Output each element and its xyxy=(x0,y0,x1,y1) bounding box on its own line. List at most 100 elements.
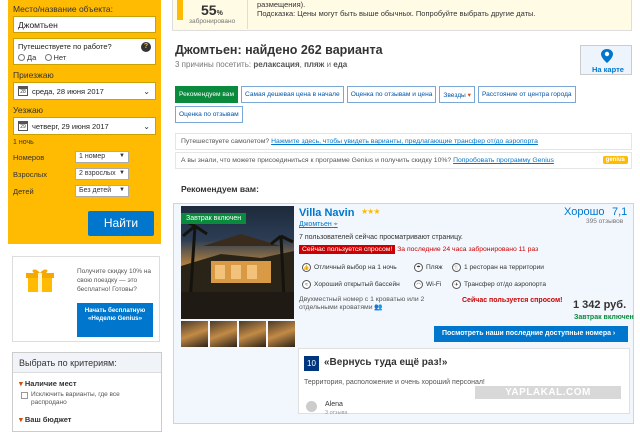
genius-note-link[interactable]: Попробовать программу Genius xyxy=(453,157,554,164)
genius-badge: genius xyxy=(602,156,628,164)
destination-input[interactable]: Джомтьен xyxy=(13,16,156,33)
hotel-city: Джомтьен xyxy=(299,221,332,228)
hotel-city-link[interactable]: Джомтьен ⌖ xyxy=(299,221,338,229)
feature-item: ☂ Пляж xyxy=(414,263,443,272)
feature-label: Wi-Fi xyxy=(426,281,442,288)
tab-score-price[interactable]: Оценка по отзывам и цена xyxy=(346,86,437,103)
pool-icon: ≈ xyxy=(302,280,311,289)
avatar xyxy=(306,401,317,412)
work-yes-radio[interactable] xyxy=(18,54,25,62)
watermark: YAPLAKAL.COM xyxy=(475,386,621,399)
map-button[interactable]: На карте xyxy=(580,45,632,75)
thumbs-up-icon: 👍 xyxy=(302,263,311,272)
hotel-name[interactable]: Villa Navin xyxy=(299,207,354,219)
checkout-date-value: четверг, 29 июня 2017 xyxy=(32,122,109,131)
tab-cheapest[interactable]: Самая дешевая цена в начале xyxy=(240,86,344,103)
photo-thumbnail[interactable] xyxy=(268,321,295,347)
rooms-label: Номеров xyxy=(13,152,45,162)
dropdown-arrow-icon: ▼ xyxy=(119,153,125,159)
feature-label: Хороший открытый бассейн xyxy=(314,281,400,288)
hotel-stars: ★★★ xyxy=(361,207,380,216)
view-rooms-button[interactable]: Посмотреть наши последние доступные номе… xyxy=(434,326,628,342)
genius-note-prefix: А вы знали, что можете присоединиться к … xyxy=(181,157,452,164)
adults-value: 2 взрослых xyxy=(79,170,116,177)
caret-down-icon: ▾ xyxy=(467,92,471,99)
demand-text: За последние 24 часа забронировано 11 ра… xyxy=(397,246,539,253)
reason-2: пляж xyxy=(304,60,325,69)
feature-item: ◠ Wi-Fi xyxy=(414,280,441,289)
map-pin-icon xyxy=(601,49,613,63)
work-trip-question: Путешествуете по работе? ? Да Нет xyxy=(13,38,156,65)
filter-group-availability: Наличие мест xyxy=(24,379,77,388)
children-select[interactable]: Без детей ▼ xyxy=(75,185,129,197)
nights-count: 1 ночь xyxy=(13,139,34,146)
reasons-line: 3 причины посетить: релаксация, пляж и е… xyxy=(175,60,348,69)
breakfast-included-text: Завтрак включен xyxy=(574,314,634,321)
review-score: 10 xyxy=(304,356,319,371)
map-pin-icon: ⌖ xyxy=(333,221,338,228)
calendar-icon: 28 xyxy=(18,86,28,96)
tab-recommended[interactable]: Рекомендуем вам xyxy=(175,86,238,103)
search-button[interactable]: Найти xyxy=(88,211,154,236)
plane-icon: ✈ xyxy=(452,280,461,289)
photo-thumbnail[interactable] xyxy=(210,321,237,347)
score-word: Хорошо xyxy=(564,206,605,218)
checkin-date-value: среда, 28 июня 2017 xyxy=(32,87,104,96)
filter-title: Выбрать по критериям: xyxy=(13,353,161,373)
feature-label: 1 ресторан на территории xyxy=(464,264,544,271)
filter-panel: Выбрать по критериям: ▾ Наличие мест Иск… xyxy=(12,352,162,432)
score-value: 7,1 xyxy=(612,206,628,218)
reviews-count[interactable]: 395 отзывов xyxy=(586,218,623,225)
dropdown-arrow-icon: ▼ xyxy=(119,170,125,176)
booking-stat-strip: 55% забронировано размещения). Подсказка… xyxy=(172,0,632,31)
filter-group-budget: Ваш бюджет xyxy=(24,415,72,424)
tab-distance[interactable]: Расстояние от центра города xyxy=(477,86,576,103)
demand-badge: Сейчас пользуется спросом! xyxy=(299,245,396,254)
adults-select[interactable]: 2 взрослых ▼ xyxy=(75,168,129,180)
feature-item: 👍 Отличный выбор на 1 ночь xyxy=(302,263,397,272)
airport-note-link[interactable]: Нажмите здесь, чтобы увидеть варианты, п… xyxy=(271,138,538,145)
photo-thumbnail[interactable] xyxy=(181,321,208,347)
price: 1 342 руб. xyxy=(573,299,627,311)
page-title: Джомтьен: найдено 262 варианта xyxy=(175,43,383,57)
chevron-down-icon: ⌄ xyxy=(143,122,150,131)
work-no-radio[interactable] xyxy=(44,54,52,62)
photo-thumbnail[interactable] xyxy=(239,321,266,347)
wifi-icon: ◠ xyxy=(414,280,423,289)
work-no-label: Нет xyxy=(53,53,67,63)
dropdown-arrow-icon: ▼ xyxy=(119,187,125,193)
demand-again-text: Сейчас пользуется спросом! xyxy=(462,297,563,304)
feature-item: 🍴 1 ресторан на территории xyxy=(452,263,544,272)
recommended-heading: Рекомендуем вам: xyxy=(181,184,259,194)
tab-score[interactable]: Оценка по отзывам xyxy=(175,106,243,123)
guests-icon: 👥 xyxy=(374,304,383,311)
tab-stars[interactable]: Звезды ▾ xyxy=(439,86,475,103)
reasons-prefix: 3 причины посетить: xyxy=(175,60,252,69)
sort-tabs: Рекомендуем вам Самая дешевая цена в нач… xyxy=(175,86,615,126)
exclude-soldout-checkbox[interactable] xyxy=(21,392,28,399)
feature-label: Пляж xyxy=(426,264,443,271)
review-text: Территория, расположение и очень хороший… xyxy=(304,379,485,386)
help-icon[interactable]: ? xyxy=(141,42,151,52)
genius-promo-text: Получите скидку 10% на свою поездку — эт… xyxy=(77,268,152,293)
viewers-text: 7 пользователей сейчас просматривают стр… xyxy=(299,234,463,241)
checkin-date-field[interactable]: 28 среда, 28 июня 2017 ⌄ xyxy=(13,82,156,100)
checkin-label: Приезжаю xyxy=(13,70,54,80)
reason-1: релаксация xyxy=(253,60,300,69)
airport-note-prefix: Путешествуете самолетом? xyxy=(181,138,270,145)
promo-line-2: Подсказка: Цены могут быть выше обычных.… xyxy=(257,9,536,18)
calendar-icon: 29 xyxy=(18,121,28,131)
review-author: Alena xyxy=(325,401,343,408)
feature-label: Трансфер от/до аэропорта xyxy=(464,281,546,288)
booked-percent-unit: % xyxy=(216,10,223,17)
feature-item: ≈ Хороший открытый бассейн xyxy=(302,280,400,289)
genius-start-button[interactable]: Начать бесплатную «Неделю Genius» xyxy=(77,303,153,337)
destination-label: Место/название объекта: xyxy=(13,4,113,14)
rooms-select[interactable]: 1 номер ▼ xyxy=(75,151,129,163)
beach-icon: ☂ xyxy=(414,263,423,272)
review-title: «Вернусь туда ещё раз!» xyxy=(324,357,448,368)
airport-transfer-note: Путешествуете самолетом? Нажмите здесь, … xyxy=(175,133,632,150)
children-label: Детей xyxy=(13,186,34,196)
checkout-date-field[interactable]: 29 четверг, 29 июня 2017 ⌄ xyxy=(13,117,156,135)
rooms-value: 1 номер xyxy=(79,153,106,160)
